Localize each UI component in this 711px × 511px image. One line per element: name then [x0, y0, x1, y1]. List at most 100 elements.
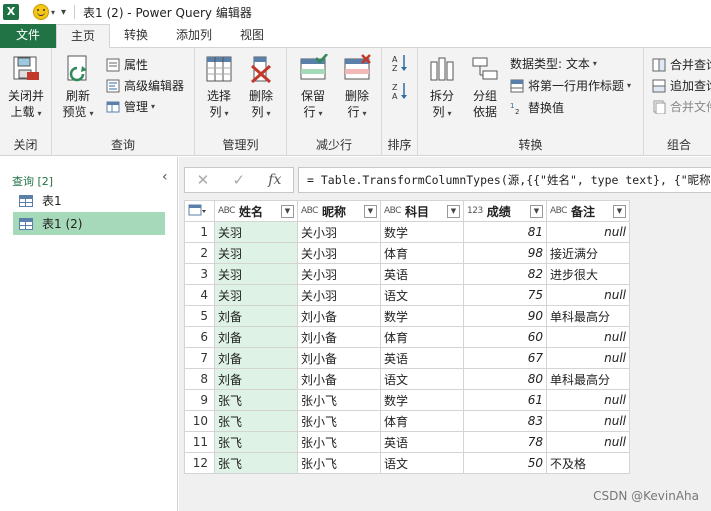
text-type-icon[interactable]: ABC [218, 206, 235, 216]
cell-score[interactable]: 50 [463, 452, 547, 474]
cell-score[interactable]: 67 [463, 347, 547, 369]
cell-subject[interactable]: 体育 [380, 410, 464, 432]
cell-subject[interactable]: 英语 [380, 347, 464, 369]
cell-note[interactable]: null [546, 410, 630, 432]
table-row[interactable]: 2 关羽 关小羽 体育 98 接近满分 [184, 242, 630, 264]
table-row[interactable]: 6 刘备 刘小备 体育 60 null [184, 326, 630, 348]
cell-name[interactable]: 刘备 [214, 347, 298, 369]
table-row[interactable]: 7 刘备 刘小备 英语 67 null [184, 347, 630, 369]
column-header-nickname[interactable]: ABC 昵称 ▼ [297, 200, 381, 222]
cell-note[interactable]: null [546, 326, 630, 348]
cell-score[interactable]: 80 [463, 368, 547, 390]
cell-note[interactable]: 进步很大 [546, 263, 630, 285]
advanced-editor-button[interactable]: 高级编辑器 [106, 77, 184, 95]
row-number[interactable]: 8 [184, 368, 215, 390]
tab-home[interactable]: 主页 [56, 24, 111, 49]
cell-subject[interactable]: 语文 [380, 284, 464, 306]
manage-button[interactable]: 管理 ▾ [106, 98, 155, 116]
fx-icon[interactable]: fx [268, 172, 281, 188]
table-row[interactable]: 1 关羽 关小羽 数学 81 null [184, 221, 630, 243]
filter-dropdown-icon[interactable]: ▼ [530, 204, 543, 218]
properties-button[interactable]: 属性 [106, 56, 148, 74]
cell-nickname[interactable]: 关小羽 [297, 221, 381, 243]
tab-transform[interactable]: 转换 [110, 24, 162, 48]
cell-nickname[interactable]: 关小羽 [297, 263, 381, 285]
row-number[interactable]: 6 [184, 326, 215, 348]
cell-nickname[interactable]: 关小羽 [297, 284, 381, 306]
cell-score[interactable]: 98 [463, 242, 547, 264]
cell-name[interactable]: 张飞 [214, 452, 298, 474]
row-number[interactable]: 7 [184, 347, 215, 369]
merge-queries-button[interactable]: 合并查询 [652, 56, 711, 74]
sort-descending-button[interactable]: ZA [392, 82, 412, 101]
keep-rows-button[interactable]: 保留 行 ▾ [293, 53, 333, 122]
cell-score[interactable]: 60 [463, 326, 547, 348]
use-first-row-headers-button[interactable]: 将第一行用作标题 ▾ [510, 77, 631, 95]
row-number[interactable]: 12 [184, 452, 215, 474]
cell-nickname[interactable]: 张小飞 [297, 431, 381, 453]
cell-subject[interactable]: 数学 [380, 221, 464, 243]
table-row[interactable]: 8 刘备 刘小备 语文 80 单科最高分 [184, 368, 630, 390]
cell-nickname[interactable]: 刘小备 [297, 326, 381, 348]
table-row[interactable]: 3 关羽 关小羽 英语 82 进步很大 [184, 263, 630, 285]
cell-name[interactable]: 关羽 [214, 263, 298, 285]
row-number[interactable]: 3 [184, 263, 215, 285]
remove-rows-button[interactable]: 删除 行 ▾ [337, 54, 377, 122]
cell-subject[interactable]: 英语 [380, 263, 464, 285]
table-row[interactable]: 4 关羽 关小羽 语文 75 null [184, 284, 630, 306]
text-type-icon[interactable]: ABC [550, 206, 567, 216]
chevron-down-icon[interactable]: ▾ [51, 8, 55, 17]
row-number[interactable]: 4 [184, 284, 215, 306]
cell-nickname[interactable]: 刘小备 [297, 305, 381, 327]
cell-note[interactable]: null [546, 284, 630, 306]
cell-name[interactable]: 关羽 [214, 284, 298, 306]
cell-score[interactable]: 90 [463, 305, 547, 327]
row-number[interactable]: 9 [184, 389, 215, 411]
cell-subject[interactable]: 数学 [380, 305, 464, 327]
row-number[interactable]: 10 [184, 410, 215, 432]
cell-name[interactable]: 刘备 [214, 368, 298, 390]
cell-nickname[interactable]: 刘小备 [297, 368, 381, 390]
combine-files-button[interactable]: 合并文件 [652, 98, 711, 116]
table-row[interactable]: 9 张飞 张小飞 数学 61 null [184, 389, 630, 411]
cell-score[interactable]: 61 [463, 389, 547, 411]
row-number[interactable]: 1 [184, 221, 215, 243]
query-item-table1[interactable]: 表1 [13, 189, 165, 212]
text-type-icon[interactable]: ABC [301, 206, 318, 216]
remove-columns-button[interactable]: 删除 列 ▾ [241, 54, 281, 122]
cell-nickname[interactable]: 关小羽 [297, 242, 381, 264]
column-header-note[interactable]: ABC 备注 ▼ [546, 200, 630, 222]
cell-nickname[interactable]: 张小飞 [297, 389, 381, 411]
cell-subject[interactable]: 英语 [380, 431, 464, 453]
cell-subject[interactable]: 数学 [380, 389, 464, 411]
column-header-subject[interactable]: ABC 科目 ▼ [380, 200, 464, 222]
append-queries-button[interactable]: 追加查询 [652, 77, 711, 95]
row-number[interactable]: 2 [184, 242, 215, 264]
cell-subject[interactable]: 体育 [380, 326, 464, 348]
cell-note[interactable]: 接近满分 [546, 242, 630, 264]
filter-dropdown-icon[interactable]: ▼ [447, 204, 460, 218]
smiley-feedback-icon[interactable] [33, 4, 49, 20]
cell-note[interactable]: null [546, 221, 630, 243]
cell-name[interactable]: 关羽 [214, 221, 298, 243]
cell-nickname[interactable]: 张小飞 [297, 452, 381, 474]
cell-score[interactable]: 81 [463, 221, 547, 243]
split-column-button[interactable]: 拆分 列 ▾ [422, 54, 462, 122]
cell-subject[interactable]: 语文 [380, 368, 464, 390]
cell-note[interactable]: 单科最高分 [546, 368, 630, 390]
cell-name[interactable]: 张飞 [214, 410, 298, 432]
number-type-icon[interactable]: 123 [467, 206, 483, 216]
filter-dropdown-icon[interactable]: ▼ [281, 204, 294, 218]
row-number[interactable]: 5 [184, 305, 215, 327]
cell-name[interactable]: 刘备 [214, 305, 298, 327]
cell-score[interactable]: 75 [463, 284, 547, 306]
choose-columns-button[interactable]: 选择 列 ▾ [199, 54, 239, 122]
formula-bar[interactable]: = Table.TransformColumnTypes(源,{{"姓名", t… [298, 167, 711, 193]
cell-note[interactable]: null [546, 389, 630, 411]
table-row[interactable]: 5 刘备 刘小备 数学 90 单科最高分 [184, 305, 630, 327]
cell-subject[interactable]: 体育 [380, 242, 464, 264]
filter-dropdown-icon[interactable]: ▼ [613, 204, 626, 218]
cell-note[interactable]: 单科最高分 [546, 305, 630, 327]
cell-nickname[interactable]: 张小飞 [297, 410, 381, 432]
close-load-button[interactable]: 关闭并 上载 ▾ [6, 54, 46, 122]
